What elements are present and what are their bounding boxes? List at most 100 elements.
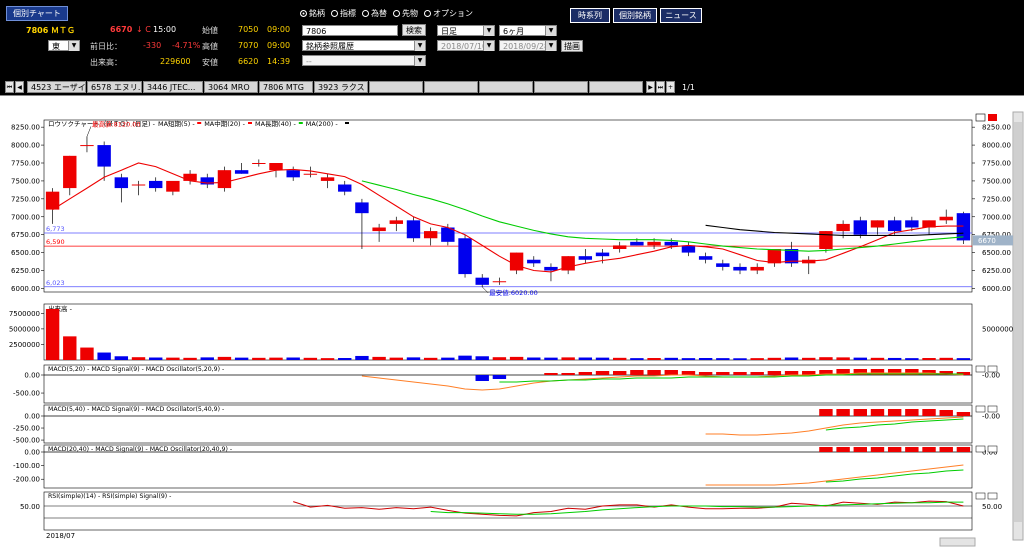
macd-oscillator-bar (544, 373, 558, 375)
candle-body (63, 155, 77, 189)
legend-entry: MA中期(20) - (204, 119, 245, 128)
y-tick-label-right: 6500.00 (982, 249, 1011, 257)
macd-oscillator-bar (750, 372, 764, 375)
volume-bar (475, 356, 489, 360)
volume-bar (544, 357, 558, 360)
reference-line-label: 6,773 (46, 225, 65, 233)
panel-close-icon (987, 405, 998, 413)
macd-y-tick: 0.00 (24, 413, 40, 421)
macd-oscillator-bar (595, 371, 610, 375)
panel-maximize-icon (975, 492, 986, 500)
macd-oscillator-bar (733, 372, 747, 375)
volume-bar (131, 357, 146, 360)
macd-y-tick: 0.00 (24, 449, 40, 457)
y-tick-label-right: 7000.00 (982, 213, 1011, 221)
volume-bar (819, 357, 833, 360)
macd-oscillator-bar (767, 371, 782, 375)
macd-oscillator-bar (836, 447, 850, 452)
volume-bar (320, 358, 335, 360)
legend-entry: MA長期(40) - (255, 120, 296, 128)
macd-y-tick: -100.00 (13, 462, 40, 470)
volume-bar (527, 357, 541, 360)
y-tick-label: 6500.00 (11, 249, 40, 257)
legend-entry: MA短期(5) - (158, 119, 195, 128)
macd-oscillator-bar (578, 372, 593, 375)
macd-oscillator-bar (561, 373, 575, 375)
macd-oscillator-bar (956, 447, 971, 452)
candle-body (647, 241, 661, 246)
macd-oscillator-bar (630, 370, 644, 375)
y-tick-label: 7500.00 (11, 177, 40, 185)
volume-bar (664, 357, 678, 360)
volume-bar (406, 357, 421, 360)
volume-bar (956, 358, 971, 360)
macd-oscillator-bar (956, 412, 971, 416)
chart-svg[interactable]: 8250.00 8250.00 8000.00 8000.00 7750.00 7750.… (0, 0, 1024, 548)
macd-oscillator-bar (819, 409, 833, 416)
candle-body (269, 163, 283, 171)
volume-y-tick: 7500000 (9, 310, 40, 318)
macd-oscillator-bar (922, 409, 936, 416)
volume-bar (578, 357, 593, 360)
macd-oscillator-bar (870, 409, 885, 416)
candle-body (853, 220, 867, 235)
y-tick-label: 7000.00 (11, 213, 40, 221)
volume-bar (355, 355, 369, 360)
candle-body (681, 245, 696, 253)
candle-body (166, 180, 180, 192)
candle-body (131, 184, 146, 186)
candle-body (939, 216, 953, 221)
macd-y-tick: -250.00 (13, 425, 40, 433)
candle-body (544, 266, 558, 271)
y-tick-label-right: 6000.00 (982, 285, 1011, 293)
panel-maximize-icon (975, 365, 986, 373)
volume-bar (269, 357, 283, 360)
rsi-legend: RSI(simple)(14) - RSI(simple) Signal(9) … (48, 493, 171, 500)
volume-bar (922, 358, 936, 360)
legend-swatch (298, 122, 303, 124)
volume-bar (338, 358, 352, 360)
rsi-y-tick-right: 50.00 (982, 503, 1002, 511)
macd-y-tick: -500.00 (13, 390, 40, 398)
reference-line-label: 6,023 (46, 279, 65, 287)
macd-oscillator-bar (939, 410, 953, 416)
macd-y-tick-right: -0.00 (982, 372, 1000, 380)
macd-oscillator-bar (853, 447, 867, 452)
candle-body (630, 241, 644, 246)
macd-oscillator-bar (681, 371, 696, 375)
candle-body (114, 177, 129, 189)
volume-bar (698, 358, 713, 360)
panel-maximize-icon (975, 445, 986, 453)
y-tick-label-right: 8000.00 (982, 142, 1011, 150)
macd-oscillator-bar (836, 409, 850, 416)
macd-oscillator-bar (887, 409, 902, 416)
y-tick-label: 7750.00 (11, 160, 40, 168)
volume-bar (252, 357, 266, 360)
volume-bar (647, 358, 661, 360)
macd-y-tick: -200.00 (13, 476, 40, 484)
volume-y-tick: 2500000 (9, 341, 40, 349)
candle-body (286, 170, 300, 178)
candle-body (234, 170, 249, 174)
volume-bar (234, 357, 249, 360)
volume-bar (716, 358, 730, 360)
volume-bar (441, 357, 455, 360)
macd-oscillator-bar (784, 371, 799, 375)
y-tick-label: 6250.00 (11, 267, 40, 275)
candle-body (509, 252, 524, 271)
candle-body (80, 145, 94, 147)
legend-swatch (248, 122, 252, 124)
panel-maximize-icon (975, 405, 986, 413)
volume-bar (733, 358, 747, 360)
macd-oscillator-bar (939, 447, 953, 452)
macd-oscillator-bar (905, 409, 919, 416)
volume-bar (492, 357, 507, 360)
volume-bar (836, 357, 850, 360)
volume-bar (681, 358, 696, 360)
y-tick-label: 6750.00 (11, 231, 40, 239)
candle-body (423, 231, 438, 239)
macd-y-tick: -500.00 (13, 437, 40, 445)
macd-oscillator-bar (853, 409, 867, 416)
candle-body (578, 256, 593, 260)
volume-bar (80, 347, 94, 360)
